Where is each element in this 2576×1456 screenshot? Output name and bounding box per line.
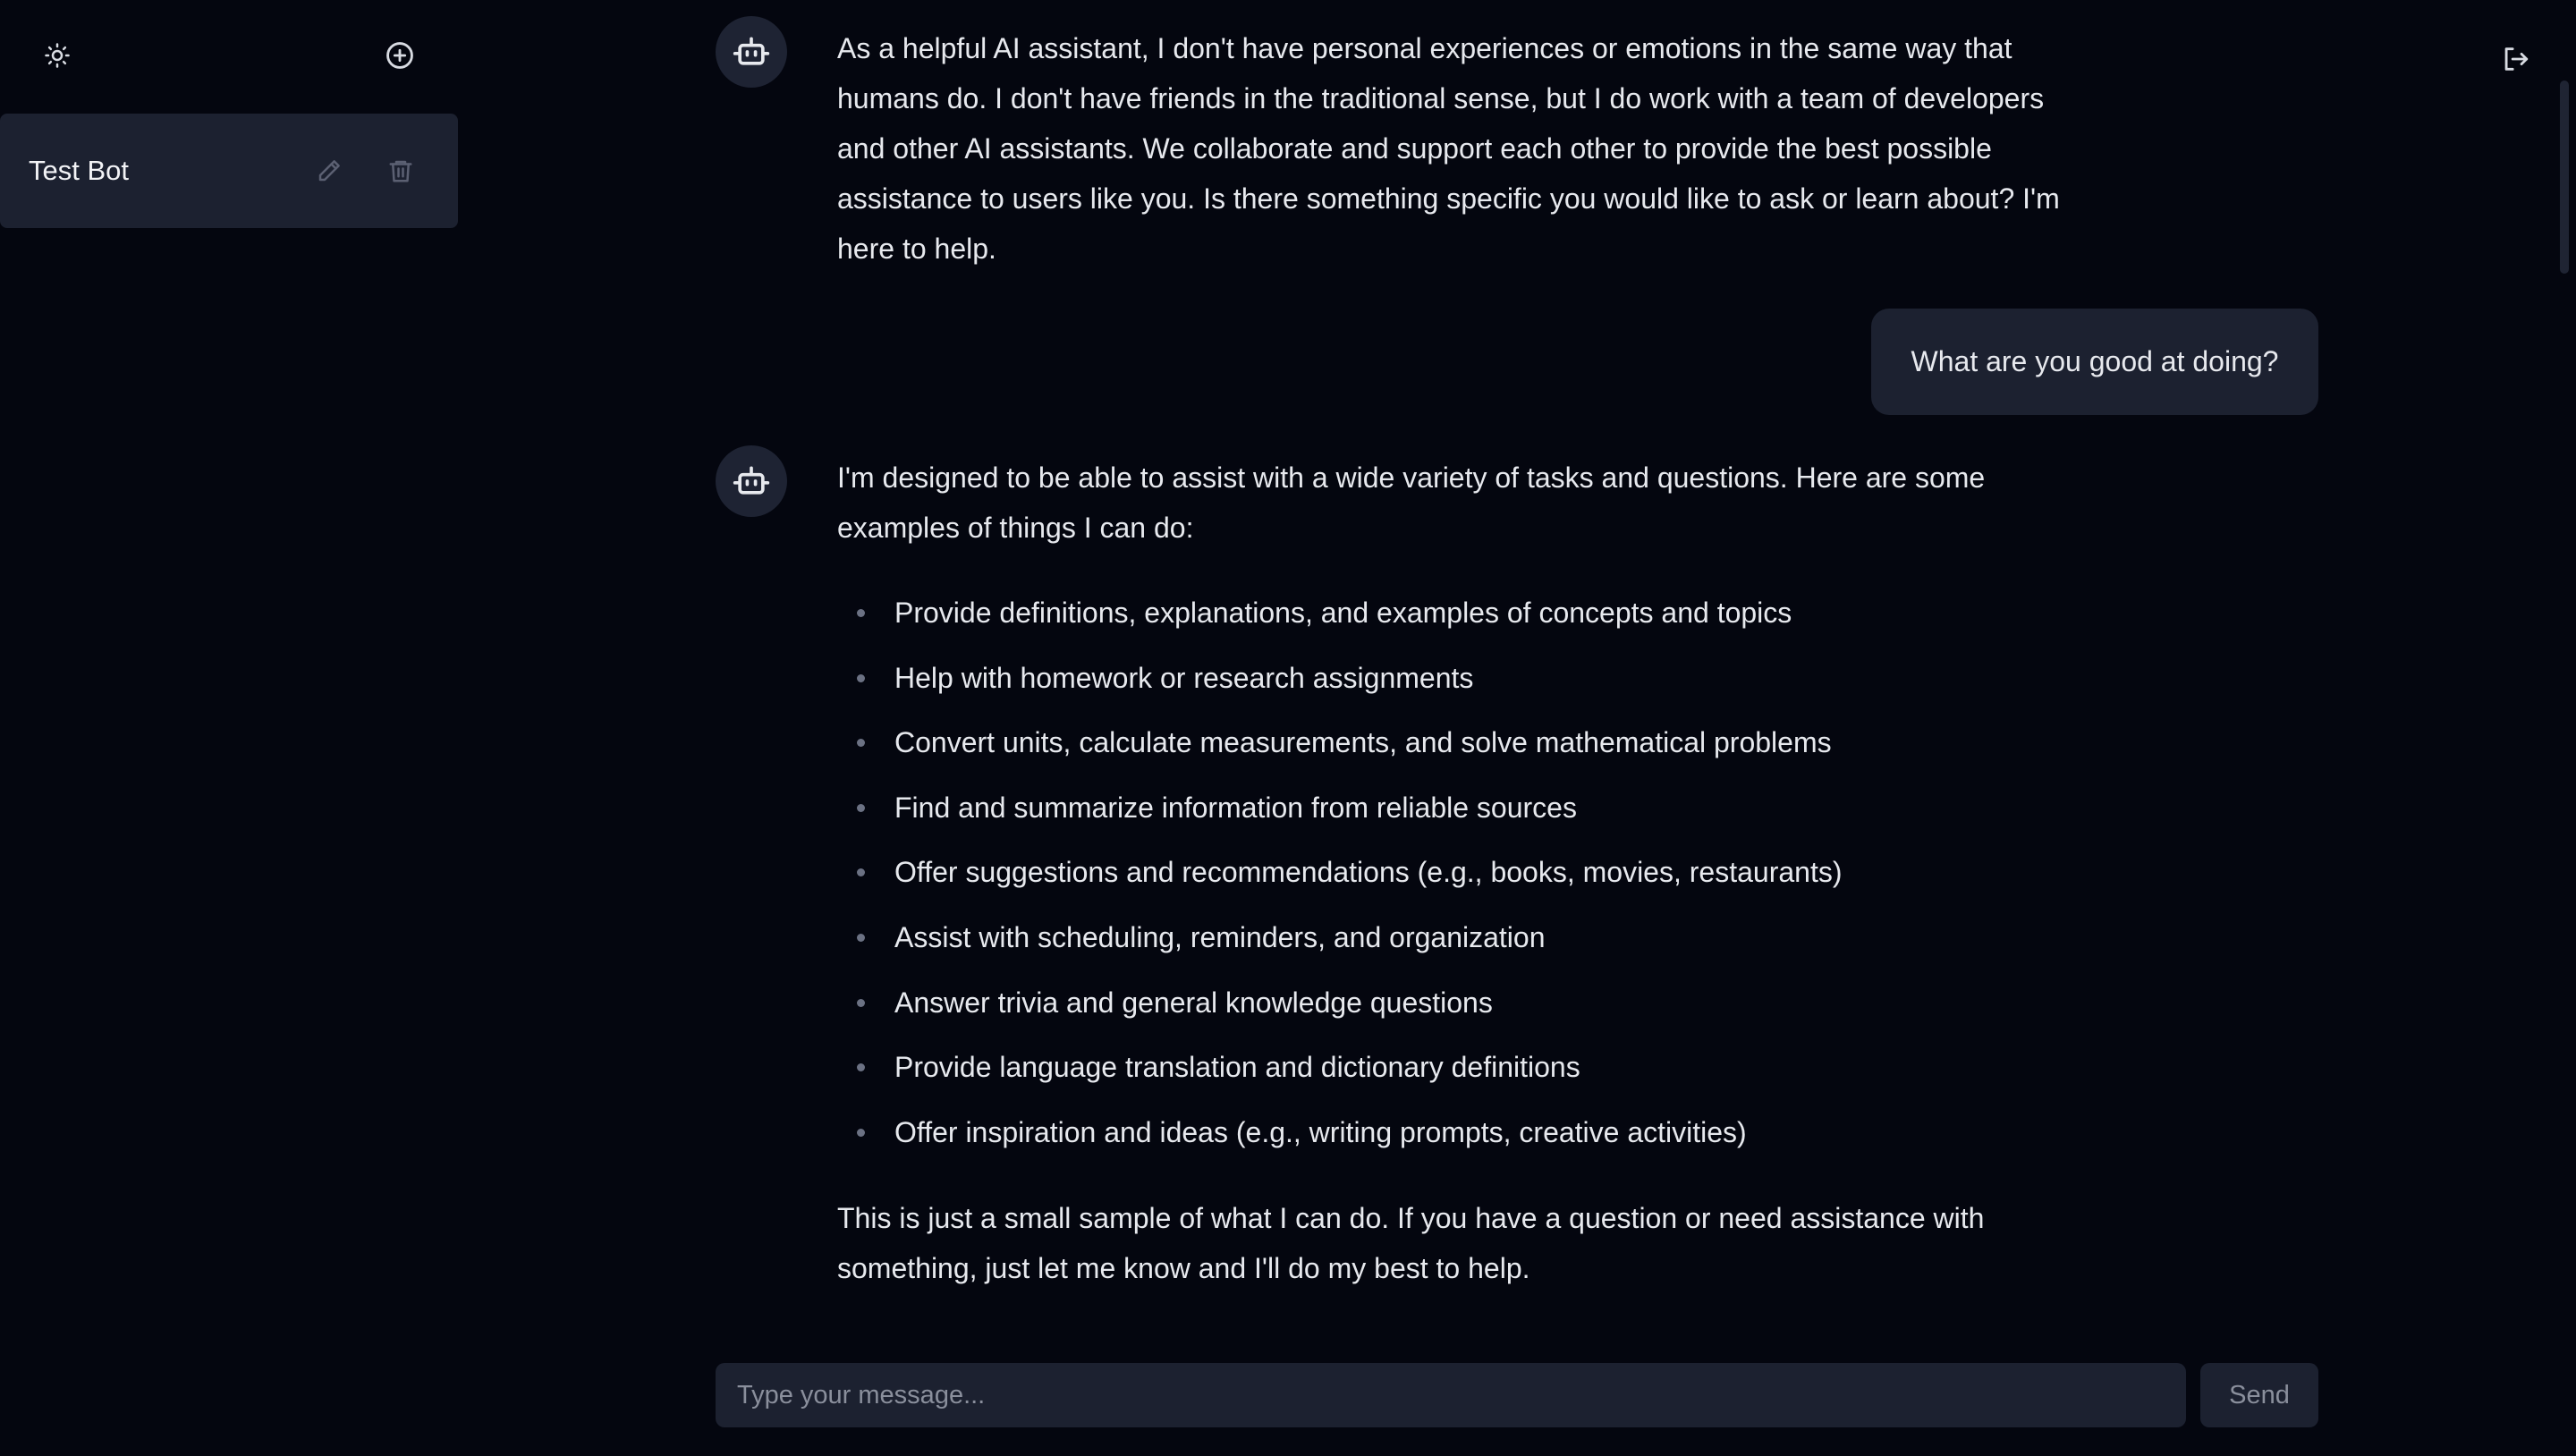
pencil-icon (316, 157, 343, 184)
send-button[interactable]: Send (2200, 1363, 2318, 1427)
sidebar-item-test-bot[interactable]: Test Bot (0, 114, 458, 228)
list-item-text: Find and summarize information from reli… (894, 791, 1577, 824)
list-item-text: Provide language translation and diction… (894, 1051, 1580, 1084)
bullet (857, 1063, 865, 1072)
list-item: Offer suggestions and recommendations (e… (837, 842, 2089, 908)
list-item: Help with homework or research assignmen… (837, 648, 2089, 714)
list-item: Offer inspiration and ideas (e.g., writi… (837, 1103, 2089, 1168)
list-item: Assist with scheduling, reminders, and o… (837, 908, 2089, 973)
logout-button[interactable] (2490, 34, 2540, 84)
assistant-message-text: As a helpful AI assistant, I don't have … (837, 32, 2060, 265)
plus-circle-icon (385, 40, 415, 71)
bullet (857, 739, 865, 748)
bullet (857, 998, 865, 1007)
bullet (857, 803, 865, 812)
assistant-message-intro: I'm designed to be able to assist with a… (837, 461, 1986, 544)
bullet (857, 673, 865, 682)
new-bot-button[interactable] (375, 30, 425, 80)
logout-icon (2500, 44, 2530, 74)
sidebar: Test Bot (0, 0, 458, 1456)
list-item: Provide definitions, explanations, and e… (837, 583, 2089, 648)
bullet (857, 1128, 865, 1137)
robot-icon (732, 32, 771, 72)
bullet (857, 868, 865, 877)
list-item: Provide language translation and diction… (837, 1037, 2089, 1103)
message-input[interactable] (716, 1363, 2186, 1427)
sidebar-toolbar (0, 0, 458, 113)
delete-bot-button[interactable] (376, 146, 426, 196)
list-item: Answer trivia and general knowledge ques… (837, 973, 2089, 1038)
list-item-text: Assist with scheduling, reminders, and o… (894, 920, 1546, 953)
edit-bot-button[interactable] (304, 146, 354, 196)
trash-icon (387, 157, 414, 184)
sun-icon (44, 42, 71, 69)
assistant-message-outro: This is just a small sample of what I ca… (837, 1202, 1985, 1284)
bullet (857, 933, 865, 942)
chat-app: Test Bot As a helpful AI assistant, I do… (0, 0, 2576, 1456)
list-item-text: Provide definitions, explanations, and e… (894, 597, 1792, 629)
list-item: Find and summarize information from reli… (837, 778, 2089, 843)
list-item-text: Help with homework or research assignmen… (894, 661, 1474, 694)
assistant-avatar (716, 445, 787, 517)
list-item-text: Convert units, calculate measurements, a… (894, 726, 1832, 759)
assistant-avatar (716, 16, 787, 88)
user-message-bubble: What are you good at doing? (1871, 309, 2318, 415)
bullet (857, 609, 865, 617)
message-composer: Send (716, 1363, 2576, 1427)
user-message-text: What are you good at doing? (1911, 345, 2279, 377)
list-item-text: Answer trivia and general knowledge ques… (894, 986, 1493, 1019)
scrollbar-thumb[interactable] (2560, 80, 2569, 274)
list-item: Convert units, calculate measurements, a… (837, 713, 2089, 778)
capabilities-list: Provide definitions, explanations, and e… (837, 583, 2089, 1167)
list-item-text: Offer inspiration and ideas (e.g., writi… (894, 1115, 1747, 1148)
theme-toggle-button[interactable] (32, 30, 82, 80)
bot-name-label: Test Bot (29, 155, 129, 186)
robot-icon (732, 461, 771, 501)
list-item-text: Offer suggestions and recommendations (e… (894, 856, 1843, 889)
